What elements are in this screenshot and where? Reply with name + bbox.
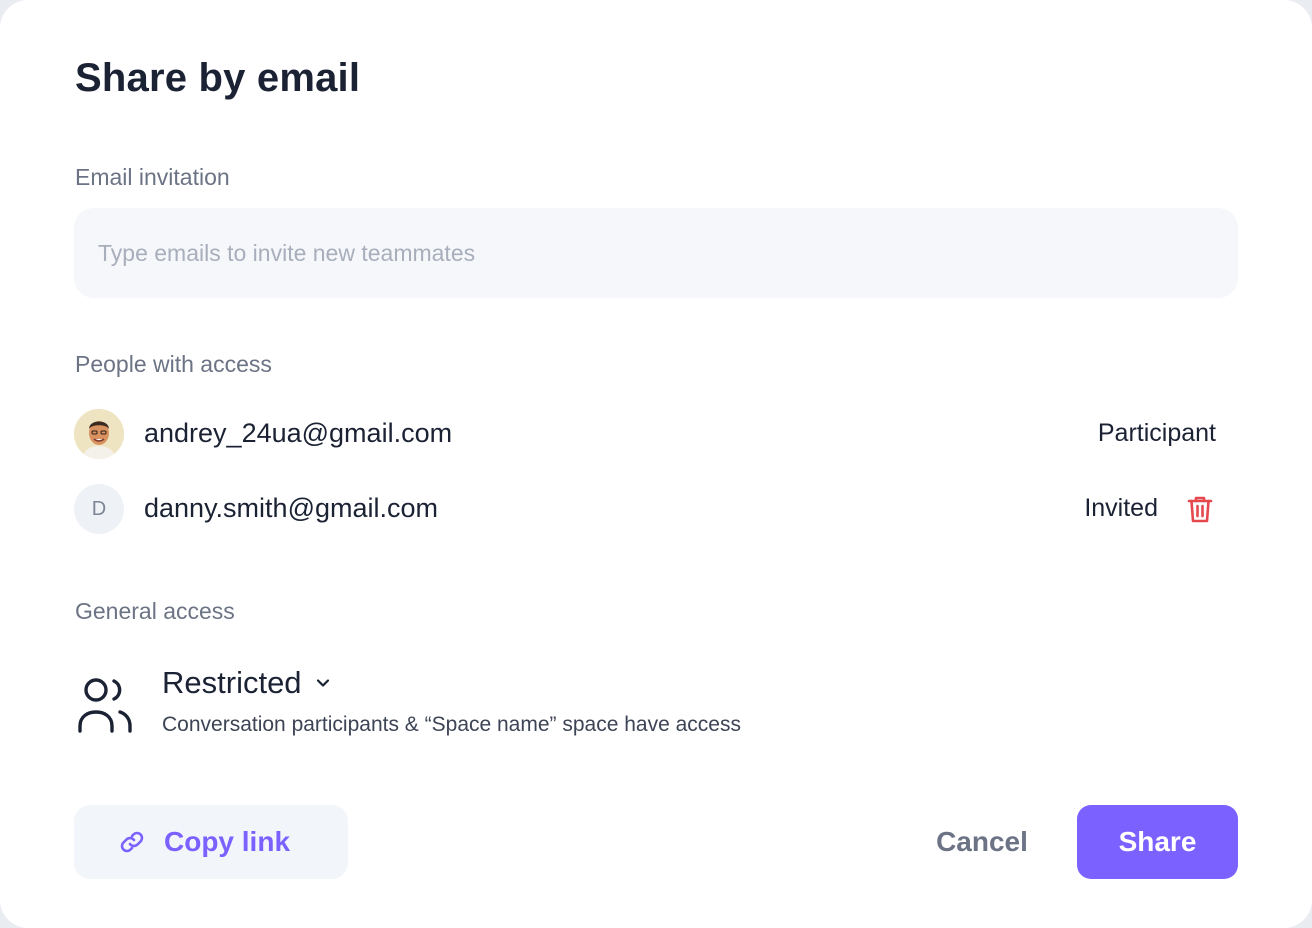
share-dialog: Share by email Email invitation People w… <box>0 0 1312 928</box>
person-role: Participant <box>1097 419 1216 447</box>
link-icon <box>120 831 144 853</box>
access-level-label: Restricted <box>162 665 302 700</box>
trash-icon[interactable] <box>1186 494 1214 524</box>
copy-link-button[interactable]: Copy link <box>74 805 348 879</box>
people-icon <box>78 678 132 733</box>
person-row: D danny.smith@gmail.com Invited <box>74 484 1238 534</box>
person-email: danny.smith@gmail.com <box>144 493 439 523</box>
share-button[interactable]: Share <box>1077 805 1238 879</box>
chevron-down-icon <box>316 679 329 687</box>
email-invite-input[interactable] <box>74 208 1238 298</box>
email-invitation-label: Email invitation <box>75 164 230 190</box>
avatar <box>74 409 124 459</box>
copy-link-label: Copy link <box>164 826 291 857</box>
avatar-photo-icon <box>74 409 124 459</box>
general-access-label: General access <box>75 598 235 624</box>
person-email: andrey_24ua@gmail.com <box>144 418 453 448</box>
access-level-dropdown[interactable]: Restricted <box>162 665 332 701</box>
person-role: Invited <box>1084 494 1158 522</box>
dialog-title: Share by email <box>75 56 361 100</box>
avatar: D <box>74 484 124 534</box>
person-row: andrey_24ua@gmail.com Participant <box>74 409 1238 459</box>
access-description: Conversation participants & “Space name”… <box>162 713 741 736</box>
cancel-button[interactable]: Cancel <box>912 805 1052 879</box>
people-with-access-label: People with access <box>75 351 272 377</box>
